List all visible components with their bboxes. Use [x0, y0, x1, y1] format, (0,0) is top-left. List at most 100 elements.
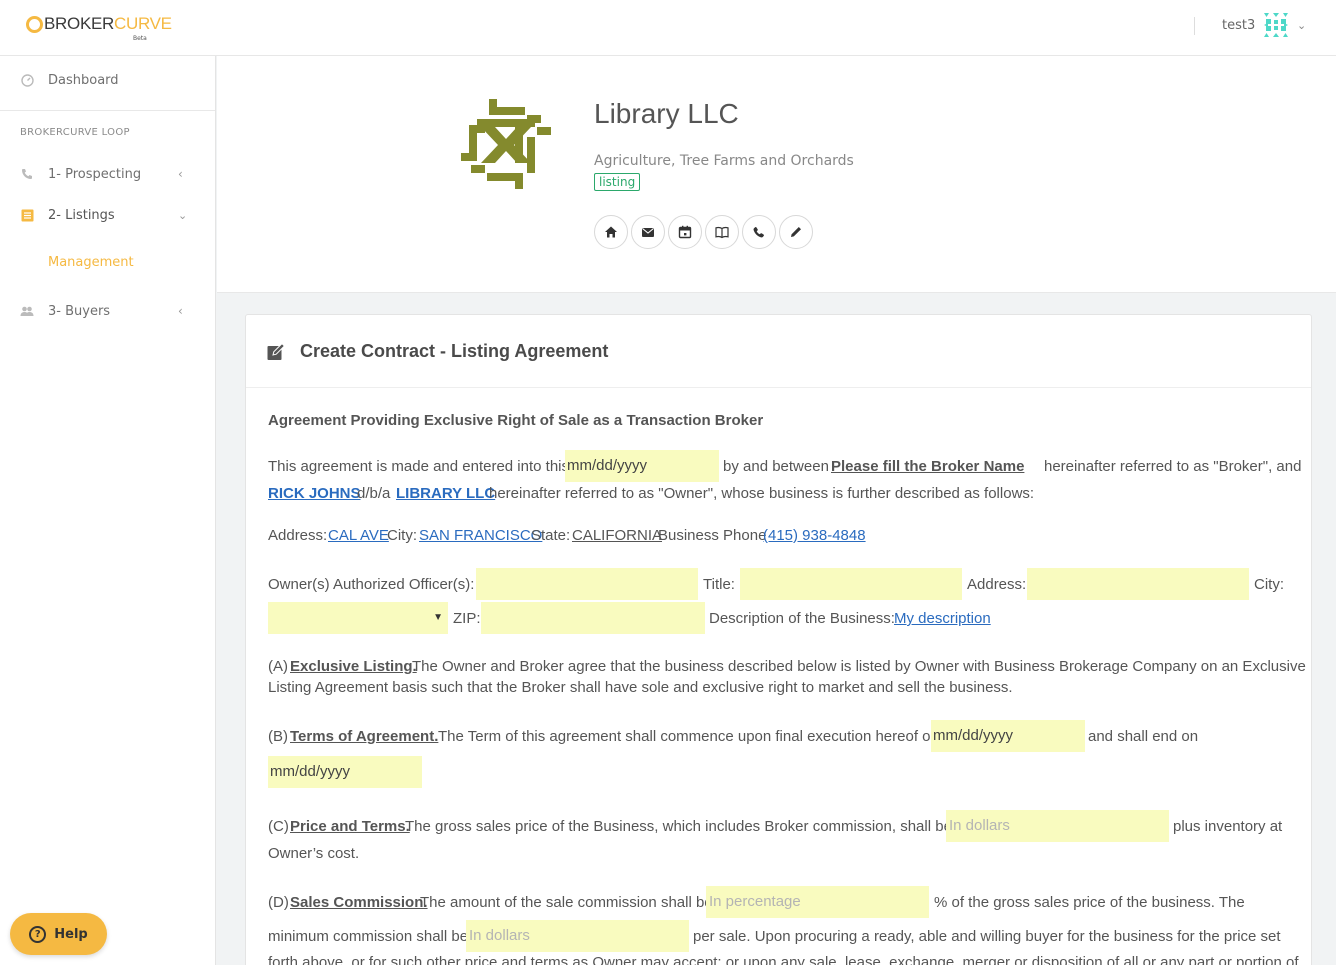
brokercurve-logo[interactable]: BROKERCURVE Beta: [26, 14, 172, 42]
question-icon: ?: [29, 925, 47, 943]
contract-heading: Agreement Providing Exclusive Right of S…: [268, 412, 764, 429]
broker-name-link[interactable]: Please fill the Broker Name: [831, 458, 1024, 475]
section-c-text-2: plus inventory at: [1173, 818, 1283, 835]
company-actions: [594, 215, 816, 249]
city-select[interactable]: ▼: [268, 602, 448, 634]
zip-label: ZIP:: [453, 610, 481, 627]
chevron-left-icon: ‹: [178, 167, 183, 181]
book-button[interactable]: [705, 215, 739, 249]
title-label: Title:: [703, 576, 735, 593]
city-link[interactable]: SAN FRANCISCO: [419, 527, 542, 544]
section-c-text-1: The gross sales price of the Business, w…: [405, 818, 969, 835]
section-d-text-2: % of the gross sales price of the busine…: [934, 894, 1245, 911]
section-d-text-3: minimum commission shall be: [268, 928, 469, 945]
card-title: Create Contract - Listing Agreement: [300, 341, 609, 361]
p1-text-3: hereinafter referred to as "Broker", and: [1044, 458, 1302, 475]
chevron-down-icon: ⌄: [178, 208, 188, 222]
logo-ring-icon: [26, 15, 43, 33]
state-label: State:: [531, 527, 571, 544]
phone-icon: [20, 167, 34, 181]
price-input[interactable]: In dollars: [946, 810, 1169, 842]
owner-name-link[interactable]: RICK JOHNS: [268, 485, 361, 502]
company-logo: [461, 99, 551, 189]
section-b-text-2: and shall end on: [1088, 728, 1199, 745]
help-label: Help: [54, 926, 88, 942]
p1-text-2: by and between: [723, 458, 829, 475]
agreement-date-input[interactable]: mm/dd/yyyy: [565, 450, 719, 482]
company-industry: Agriculture, Tree Farms and Orchards: [594, 153, 854, 169]
state-link[interactable]: CALIFORNIA: [572, 527, 662, 544]
section-d-text-1: The amount of the sale commission shall …: [420, 894, 713, 911]
section-a-title: Exclusive Listing.: [290, 658, 417, 675]
sidebar-section-title: BROKERCURVE LOOP: [20, 127, 130, 138]
city-label: City:: [387, 527, 417, 544]
book-icon: [715, 226, 729, 239]
logo-text: BROKERCURVE: [44, 14, 172, 34]
description-link[interactable]: My description: [894, 610, 991, 627]
sidebar-divider: [0, 110, 215, 111]
phone-label: Business Phone: [658, 527, 767, 544]
company-name-link[interactable]: LIBRARY LLC: [396, 485, 495, 502]
owner-city-label: City:: [1254, 576, 1284, 593]
commission-percentage-input[interactable]: In percentage: [706, 886, 929, 918]
section-a-prefix: (A): [268, 658, 288, 675]
home-button[interactable]: [594, 215, 628, 249]
header-divider: [1194, 17, 1195, 35]
edit-button[interactable]: [779, 215, 813, 249]
sidebar-item-dashboard[interactable]: Dashboard: [0, 60, 216, 100]
logo-text-curve: CURVE: [114, 14, 172, 33]
status-badge: listing: [594, 173, 641, 191]
p1-text-4: d/b/a: [357, 485, 391, 502]
sidebar-item-prospecting[interactable]: 1- Prospecting ‹: [0, 154, 216, 194]
address-label: Address:: [268, 527, 328, 544]
description-label: Description of the Business:: [709, 610, 895, 627]
sidebar-item-listings[interactable]: 2- Listings ⌄: [0, 195, 216, 235]
section-d-text-4: per sale. Upon procuring a ready, able a…: [693, 928, 1281, 945]
company-profile: Library LLC Agriculture, Tree Farms and …: [217, 56, 1336, 293]
p1-text-5: hereinafter referred to as "Owner", whos…: [489, 485, 1035, 502]
top-bar: BROKERCURVE Beta test3 ⌄: [0, 0, 1336, 56]
officers-label: Owner(s) Authorized Officer(s):: [268, 576, 475, 593]
section-d-text-5: forth above, or for such other price and…: [268, 954, 1299, 965]
title-input[interactable]: [740, 568, 962, 600]
logo-beta: Beta: [133, 35, 147, 42]
section-d-title: Sales Commission.: [290, 894, 428, 911]
email-button[interactable]: [631, 215, 665, 249]
owner-address-input[interactable]: [1027, 568, 1249, 600]
sidebar-item-label: 1- Prospecting: [48, 166, 142, 182]
minimum-commission-input[interactable]: In dollars: [466, 920, 689, 952]
phone-icon: [753, 227, 764, 238]
section-b-title: Terms of Agreement.: [290, 728, 439, 745]
address-link[interactable]: CAL AVE: [328, 527, 389, 544]
edit-contract-icon: [267, 343, 286, 360]
phone-link[interactable]: (415) 938-4848: [763, 527, 866, 544]
section-c-text-3: Owner’s cost.: [268, 845, 360, 862]
home-icon: [605, 226, 617, 238]
sidebar-item-label: 2- Listings: [48, 207, 115, 223]
section-b-text-1: The Term of this agreement shall commenc…: [438, 728, 936, 745]
help-button[interactable]: ? Help: [10, 913, 107, 955]
user-menu-chevron-down-icon[interactable]: ⌄: [1297, 19, 1306, 32]
company-name: Library LLC: [594, 98, 739, 129]
list-icon: [20, 208, 34, 222]
calendar-button[interactable]: [668, 215, 702, 249]
term-start-date-input[interactable]: mm/dd/yyyy: [931, 720, 1085, 752]
pencil-icon: [791, 227, 801, 237]
section-c-prefix: (C): [268, 818, 289, 835]
envelope-icon: [642, 228, 654, 237]
sidebar-subitem-management[interactable]: Management: [48, 255, 134, 270]
sidebar-item-buyers[interactable]: 3- Buyers ‹: [0, 291, 216, 331]
chevron-left-icon: ‹: [178, 304, 183, 318]
user-avatar[interactable]: [1263, 12, 1289, 38]
call-button[interactable]: [742, 215, 776, 249]
dashboard-icon: [20, 73, 34, 87]
zip-input[interactable]: [481, 602, 705, 634]
section-c-title: Price and Terms.: [290, 818, 410, 835]
logo-text-broker: BROKER: [44, 14, 114, 33]
card-header: Create Contract - Listing Agreement: [246, 315, 1311, 388]
p1-text-1: This agreement is made and entered into …: [268, 458, 570, 475]
officers-input[interactable]: [476, 568, 698, 600]
username[interactable]: test3: [1222, 18, 1255, 33]
term-end-date-input[interactable]: mm/dd/yyyy: [268, 756, 422, 788]
sidebar-item-label: 3- Buyers: [48, 303, 111, 319]
